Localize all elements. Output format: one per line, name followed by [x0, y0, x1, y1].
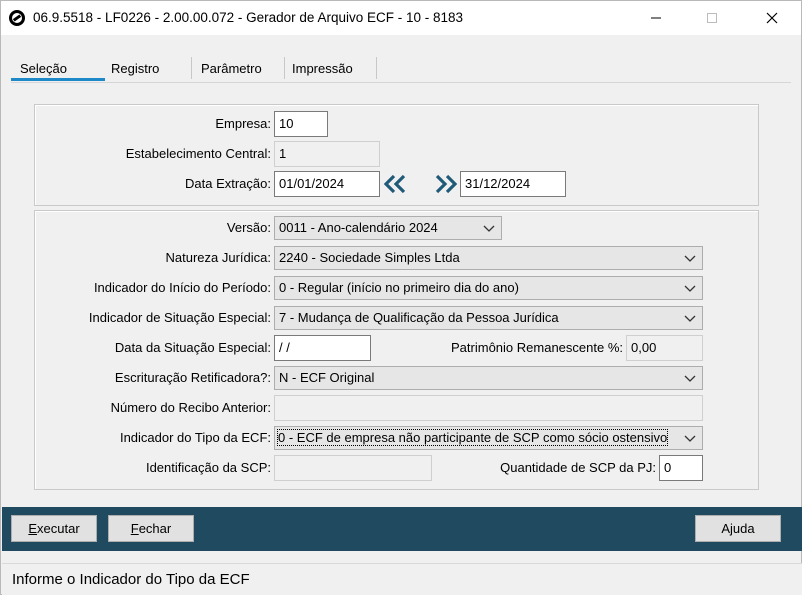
close-icon: [766, 12, 778, 24]
chevron-down-icon: [684, 255, 696, 262]
data-situacao-label: Data da Situação Especial:: [114, 340, 271, 355]
chevron-down-icon: [684, 285, 696, 292]
window-title: 06.9.5518 - LF0226 - 2.00.00.072 - Gerad…: [33, 10, 464, 25]
chevron-down-icon: [684, 435, 696, 442]
app-logo-icon: [9, 10, 25, 26]
executar-button[interactable]: Executar: [11, 515, 97, 542]
recibo-anterior-label: Número do Recibo Anterior:: [110, 400, 271, 415]
maximize-icon: [707, 13, 717, 23]
natureza-juridica-select[interactable]: 2240 - Sociedade Simples Ltda: [274, 246, 703, 270]
tab-divider: [376, 57, 377, 79]
maximize-button[interactable]: [689, 1, 735, 35]
natureza-juridica-label: Natureza Jurídica:: [165, 250, 272, 265]
double-chevron-left-icon[interactable]: [382, 173, 410, 195]
executar-mnemonic: E: [28, 521, 38, 536]
identificacao-scp-label: Identificação da SCP:: [145, 460, 271, 475]
tab-impressao[interactable]: Impressão: [292, 53, 353, 81]
status-bar: Informe o Indicador do Tipo da ECF: [2, 563, 802, 595]
action-bar: Executar Fechar Ajuda: [2, 507, 802, 551]
versao-label: Versão:: [226, 220, 271, 235]
estabelecimento-label: Estabelecimento Central:: [125, 146, 271, 161]
versao-select[interactable]: 0011 - Ano-calendário 2024: [274, 216, 502, 240]
tab-parametro[interactable]: Parâmetro: [201, 53, 262, 81]
escrituracao-value: N - ECF Original: [279, 370, 375, 385]
status-message: Informe o Indicador do Tipo da ECF: [12, 571, 250, 588]
executar-label: xecutar: [37, 521, 80, 536]
empresa-input[interactable]: 10: [274, 111, 328, 137]
ajuda-button[interactable]: Ajuda: [695, 515, 781, 542]
fechar-mnemonic: F: [130, 521, 139, 536]
indicador-inicio-select[interactable]: 0 - Regular (início no primeiro dia do a…: [274, 276, 703, 300]
minimize-button[interactable]: [633, 1, 679, 35]
tab-divider: [191, 57, 192, 79]
chevron-down-icon: [483, 225, 495, 232]
title-bar: 06.9.5518 - LF0226 - 2.00.00.072 - Gerad…: [1, 1, 801, 35]
tab-registro[interactable]: Registro: [111, 53, 159, 81]
fechar-button[interactable]: Fechar: [108, 515, 194, 542]
estabelecimento-field: 1: [274, 141, 380, 167]
data-inicio-input[interactable]: 01/01/2024: [274, 171, 380, 197]
patrimonio-label: Patrimônio Remanescente %:: [451, 340, 623, 355]
natureza-juridica-value: 2240 - Sociedade Simples Ltda: [279, 250, 460, 265]
tab-label: Parâmetro: [201, 61, 262, 76]
indicador-tipo-value: 0 - ECF de empresa não participante de S…: [276, 429, 669, 446]
indicador-inicio-label: Indicador do Início do Período:: [93, 280, 271, 295]
recibo-anterior-field: [274, 395, 703, 421]
tab-selecao[interactable]: Seleção: [20, 53, 67, 81]
patrimonio-field: 0,00: [626, 335, 703, 361]
tab-label: Impressão: [292, 61, 353, 76]
quantidade-scp-input[interactable]: 0: [659, 455, 703, 481]
identificacao-scp-field: [274, 455, 432, 481]
empresa-label: Empresa:: [215, 116, 271, 131]
quantidade-scp-label: Quantidade de SCP da PJ:: [500, 460, 656, 475]
data-fim-input[interactable]: 31/12/2024: [460, 171, 566, 197]
close-button[interactable]: [749, 1, 795, 35]
indicador-inicio-value: 0 - Regular (início no primeiro dia do a…: [279, 280, 519, 295]
minimize-icon: [651, 17, 661, 19]
tab-label: Registro: [111, 61, 160, 76]
escrituracao-label: Escrituração Retificadora?:: [114, 370, 271, 385]
tab-strip: Seleção Registro Parâmetro Impressão: [11, 53, 791, 83]
data-extracao-label: Data Extração:: [185, 176, 271, 191]
indicador-situacao-label: Indicador de Situação Especial:: [88, 310, 271, 325]
tab-divider: [284, 57, 285, 79]
chevron-down-icon: [684, 375, 696, 382]
fechar-label: echar: [138, 521, 172, 536]
escrituracao-select[interactable]: N - ECF Original: [274, 366, 703, 390]
versao-value: 0011 - Ano-calendário 2024: [279, 220, 438, 235]
indicador-situacao-select[interactable]: 7 - Mudança de Qualificação da Pessoa Ju…: [274, 306, 703, 330]
tab-label: Seleção: [20, 61, 67, 76]
ajuda-label: Ajuda: [721, 521, 755, 536]
chevron-down-icon: [684, 315, 696, 322]
indicador-tipo-label: Indicador do Tipo da ECF:: [119, 430, 271, 445]
double-chevron-right-icon[interactable]: [431, 173, 459, 195]
indicador-situacao-value: 7 - Mudança de Qualificação da Pessoa Ju…: [279, 310, 559, 325]
active-tab-indicator: [11, 78, 105, 81]
data-situacao-input[interactable]: / /: [274, 335, 371, 361]
app-window: 06.9.5518 - LF0226 - 2.00.00.072 - Gerad…: [0, 0, 802, 595]
indicador-tipo-select[interactable]: 0 - ECF de empresa não participante de S…: [274, 426, 703, 450]
